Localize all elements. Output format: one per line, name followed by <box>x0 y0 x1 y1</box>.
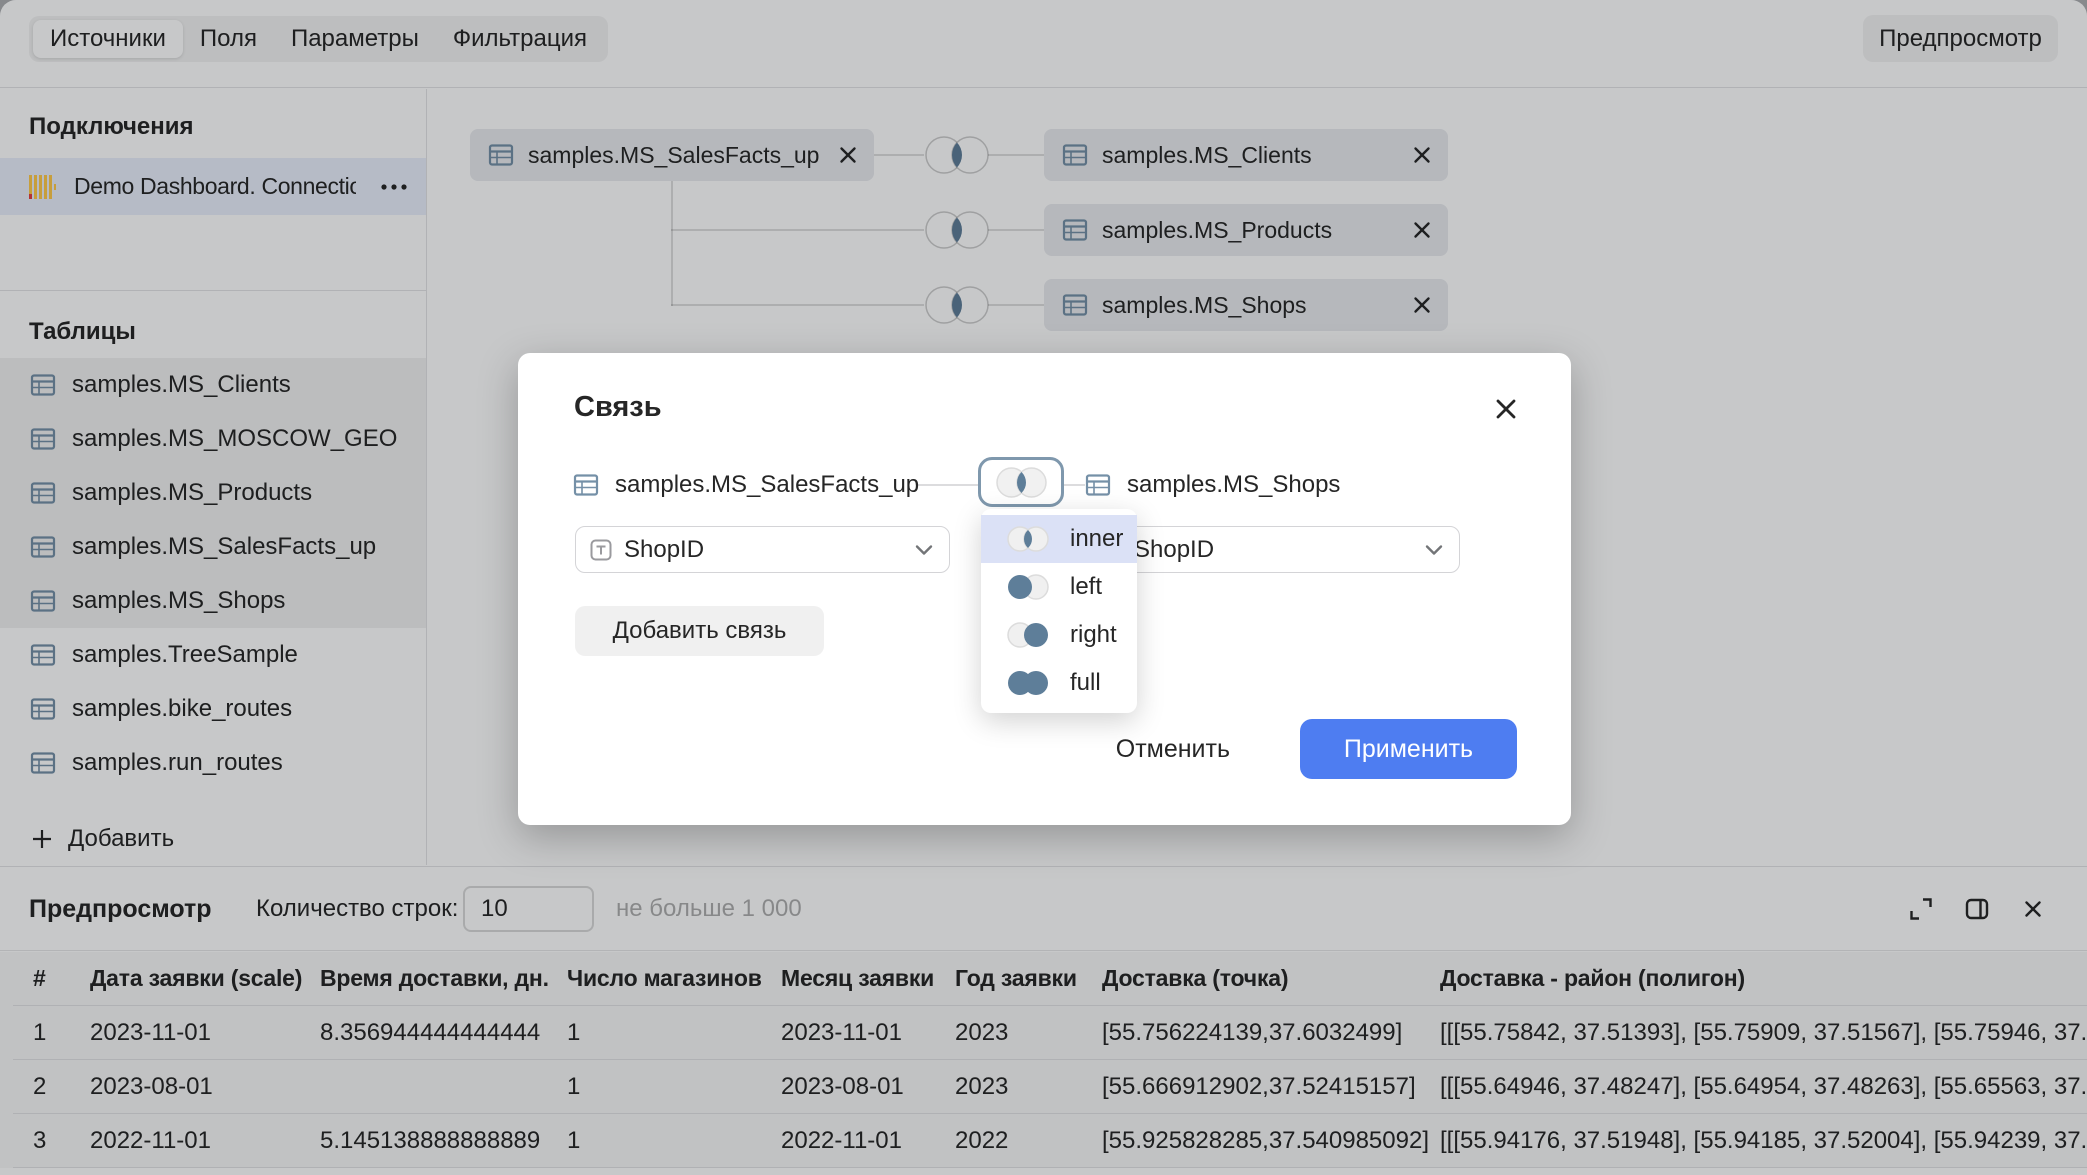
join-option-full[interactable]: full <box>981 659 1137 707</box>
add-relation-button[interactable]: Добавить связь <box>575 606 824 656</box>
join-option-right[interactable]: right <box>981 611 1137 659</box>
field-type-string-icon <box>590 538 612 562</box>
left-field-select[interactable]: ShopID <box>575 526 950 573</box>
dialog-right-table-name: samples.MS_Shops <box>1127 471 1340 499</box>
table-icon <box>573 472 599 498</box>
join-option-label: left <box>1070 573 1102 601</box>
cancel-button[interactable]: Отменить <box>1086 719 1260 779</box>
join-type-button[interactable] <box>978 457 1064 507</box>
join-type-icon-inner <box>995 466 1048 499</box>
join-line <box>918 484 978 486</box>
dataset-editor-window: Источники Поля Параметры Фильтрация Пред… <box>0 0 2087 1175</box>
full-join-icon <box>1006 669 1050 697</box>
dialog-left-table: samples.MS_SalesFacts_up <box>573 461 919 509</box>
join-type-menu: inner left right full <box>981 509 1137 713</box>
dialog-close-button[interactable] <box>1484 387 1528 431</box>
join-line <box>1064 484 1085 486</box>
inner-join-icon <box>1006 525 1050 553</box>
chevron-down-icon <box>1425 544 1443 556</box>
join-option-label: inner <box>1070 525 1123 553</box>
join-option-inner[interactable]: inner <box>981 515 1137 563</box>
join-option-label: right <box>1070 621 1117 649</box>
left-join-icon <box>1006 573 1050 601</box>
join-option-left[interactable]: left <box>981 563 1137 611</box>
chevron-down-icon <box>915 544 933 556</box>
dialog-right-table: samples.MS_Shops <box>1085 461 1340 509</box>
table-icon <box>1085 472 1111 498</box>
dialog-title: Связь <box>574 391 662 424</box>
apply-button[interactable]: Применить <box>1300 719 1517 779</box>
left-field-value: ShopID <box>624 536 915 564</box>
dialog-footer: Отменить Применить <box>1086 719 1517 779</box>
right-join-icon <box>1006 621 1050 649</box>
join-option-label: full <box>1070 669 1101 697</box>
right-field-value: ShopID <box>1134 536 1425 564</box>
close-icon <box>1494 397 1518 421</box>
right-field-select[interactable]: ShopID <box>1085 526 1460 573</box>
dialog-left-table-name: samples.MS_SalesFacts_up <box>615 471 919 499</box>
